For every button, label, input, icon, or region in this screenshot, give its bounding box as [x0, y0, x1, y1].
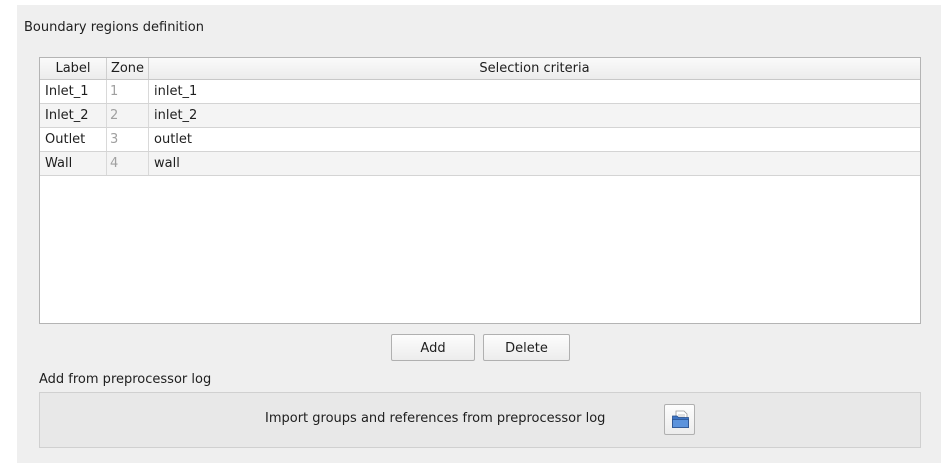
table-row[interactable]: Inlet_1 1 inlet_1	[40, 80, 920, 104]
row-label-cell[interactable]: Wall	[40, 152, 107, 175]
delete-button[interactable]: Delete	[483, 334, 570, 361]
table-row[interactable]: Inlet_2 2 inlet_2	[40, 104, 920, 128]
column-header-zone[interactable]: Zone	[107, 58, 149, 79]
table-row[interactable]: Wall 4 wall	[40, 152, 920, 176]
column-header-selection-criteria[interactable]: Selection criteria	[149, 58, 920, 79]
import-label: Import groups and references from prepro…	[265, 411, 606, 426]
table-header: Label Zone Selection criteria	[40, 58, 920, 80]
preprocessor-import-box: Import groups and references from prepro…	[39, 392, 921, 448]
boundary-regions-table[interactable]: Label Zone Selection criteria Inlet_1 1 …	[39, 57, 921, 324]
row-criteria-cell[interactable]: outlet	[149, 128, 920, 151]
row-zone-cell: 2	[107, 104, 149, 127]
column-header-label[interactable]: Label	[40, 58, 107, 79]
row-label-cell[interactable]: Inlet_1	[40, 80, 107, 103]
row-criteria-cell[interactable]: wall	[149, 152, 920, 175]
row-zone-cell: 4	[107, 152, 149, 175]
table-row[interactable]: Outlet 3 outlet	[40, 128, 920, 152]
preprocessor-section-title: Add from preprocessor log	[39, 372, 212, 387]
row-zone-cell: 3	[107, 128, 149, 151]
row-label-cell[interactable]: Outlet	[40, 128, 107, 151]
folder-open-icon	[672, 410, 689, 428]
import-preprocessor-log-button[interactable]	[664, 404, 695, 435]
section-title: Boundary regions definition	[24, 20, 204, 35]
row-criteria-cell[interactable]: inlet_1	[149, 80, 920, 103]
row-criteria-cell[interactable]: inlet_2	[149, 104, 920, 127]
add-button[interactable]: Add	[391, 334, 475, 361]
row-zone-cell: 1	[107, 80, 149, 103]
row-label-cell[interactable]: Inlet_2	[40, 104, 107, 127]
